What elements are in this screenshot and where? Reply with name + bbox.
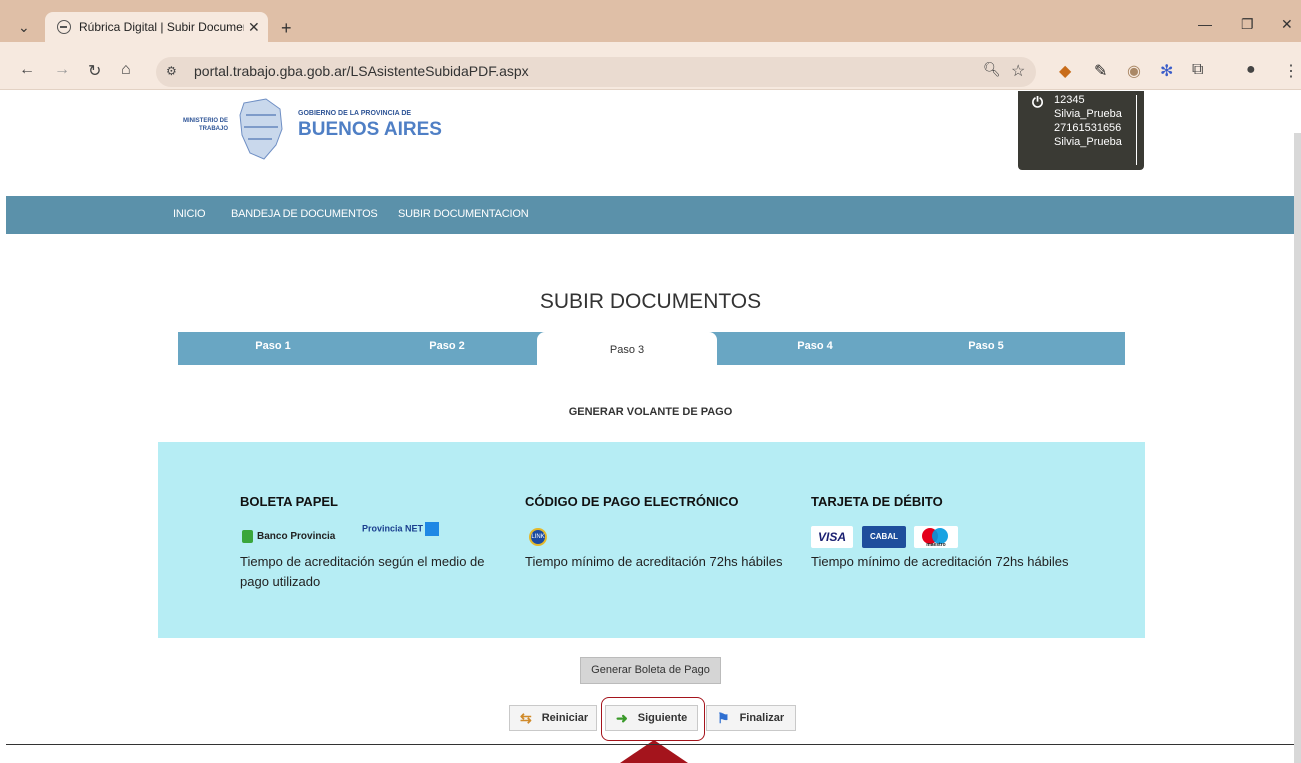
codigo-pago-title: CÓDIGO DE PAGO ELECTRÓNICO: [525, 494, 739, 509]
browser-tab[interactable]: Rúbrica Digital | Subir Documen ✕: [45, 12, 268, 42]
scrollbar[interactable]: [1294, 133, 1301, 763]
zoom-icon[interactable]: 🔍︎: [983, 61, 1001, 78]
highlight-box: [601, 697, 705, 741]
footer-divider: [6, 744, 1301, 745]
section-subtitle: GENERAR VOLANTE DE PAGO: [568, 406, 733, 418]
page-title: SUBIR DOCUMENTOS: [539, 290, 762, 313]
gear-extension-icon[interactable]: ✻: [1160, 61, 1173, 81]
user-name-2: Silvia_Prueba: [1054, 136, 1122, 148]
province-map-logo: [239, 98, 283, 160]
step-4[interactable]: Paso 4: [755, 340, 875, 352]
tab-search-icon[interactable]: ⌄: [18, 19, 30, 36]
link-logo: LINK: [529, 528, 547, 546]
boleta-papel-text: Tiempo de acreditación según el medio de…: [240, 554, 485, 589]
gov-small-text: GOBIERNO DE LA PROVINCIA DE: [298, 110, 412, 117]
generate-voucher-button[interactable]: Generar Boleta de Pago: [580, 657, 721, 684]
restart-label: Reiniciar: [541, 712, 589, 724]
boleta-papel-title: BOLETA PAPEL: [240, 494, 338, 509]
back-icon[interactable]: ←: [19, 61, 35, 79]
minimize-icon[interactable]: —: [1198, 16, 1212, 32]
gov-big-text: BUENOS AIRES: [298, 119, 442, 140]
user-info-box: ⏻ 12345 Silvia_Prueba 27161531656 Silvia…: [1018, 91, 1144, 170]
eyedropper-extension-icon[interactable]: ✎: [1094, 61, 1107, 81]
user-name: Silvia_Prueba: [1054, 108, 1122, 120]
user-cuit: 27161531656: [1054, 122, 1122, 134]
finish-label: Finalizar: [739, 712, 785, 724]
codigo-pago-text: Tiempo mínimo de acreditación 72hs hábil…: [525, 554, 783, 569]
nav-bandeja[interactable]: BANDEJA DE DOCUMENTOS: [231, 208, 378, 220]
tarjeta-debito-text: Tiempo mínimo de acreditación 72hs hábil…: [811, 554, 1069, 569]
bookmark-star-icon[interactable]: ☆: [1011, 61, 1025, 81]
swap-arrows-icon: ⇆: [520, 709, 532, 726]
site-info-icon[interactable]: ⚙: [166, 64, 177, 78]
close-window-icon[interactable]: ✕: [1281, 16, 1293, 33]
extension-icon[interactable]: ◉: [1127, 61, 1141, 81]
flag-icon: ⚑: [717, 709, 730, 726]
extensions-puzzle-icon[interactable]: ⧉: [1192, 61, 1203, 79]
step-1[interactable]: Paso 1: [213, 340, 333, 352]
tab-title: Rúbrica Digital | Subir Documen: [79, 20, 244, 34]
visa-logo: VISA: [811, 526, 853, 548]
cabal-logo: CABAL: [862, 526, 906, 548]
tarjeta-debito-title: TARJETA DE DÉBITO: [811, 494, 943, 509]
url-text[interactable]: portal.trabajo.gba.gob.ar/LSAsistenteSub…: [194, 63, 529, 79]
provincia-net-logo: Provincia NET: [362, 522, 440, 536]
forward-icon[interactable]: →: [54, 61, 70, 79]
finish-button[interactable]: ⚑ Finalizar: [706, 705, 796, 731]
maestro-logo: maestro: [914, 526, 958, 548]
restart-button[interactable]: ⇆ Reiniciar: [509, 705, 597, 731]
profile-avatar[interactable]: ●: [1246, 61, 1256, 79]
power-icon[interactable]: ⏻: [1032, 95, 1043, 109]
user-id: 12345: [1054, 94, 1085, 106]
nav-inicio[interactable]: INICIO: [173, 208, 206, 220]
step-3-active[interactable]: Paso 3: [537, 332, 717, 365]
close-tab-icon[interactable]: ✕: [248, 19, 260, 36]
home-icon[interactable]: ⌂: [121, 61, 131, 79]
step-5[interactable]: Paso 5: [926, 340, 1046, 352]
banco-provincia-logo: Banco Provincia: [242, 528, 342, 544]
metamask-extension-icon[interactable]: ◆: [1059, 61, 1071, 81]
restore-icon[interactable]: ❐: [1241, 16, 1254, 33]
ministry-label: MINISTERIO DE TRABAJO: [182, 118, 228, 132]
new-tab-button[interactable]: +: [281, 18, 292, 39]
globe-icon: [57, 20, 71, 34]
nav-subir[interactable]: SUBIR DOCUMENTACION: [398, 208, 529, 220]
reload-icon[interactable]: ↻: [88, 61, 101, 81]
step-2[interactable]: Paso 2: [387, 340, 507, 352]
menu-icon[interactable]: ⋮: [1283, 61, 1299, 81]
